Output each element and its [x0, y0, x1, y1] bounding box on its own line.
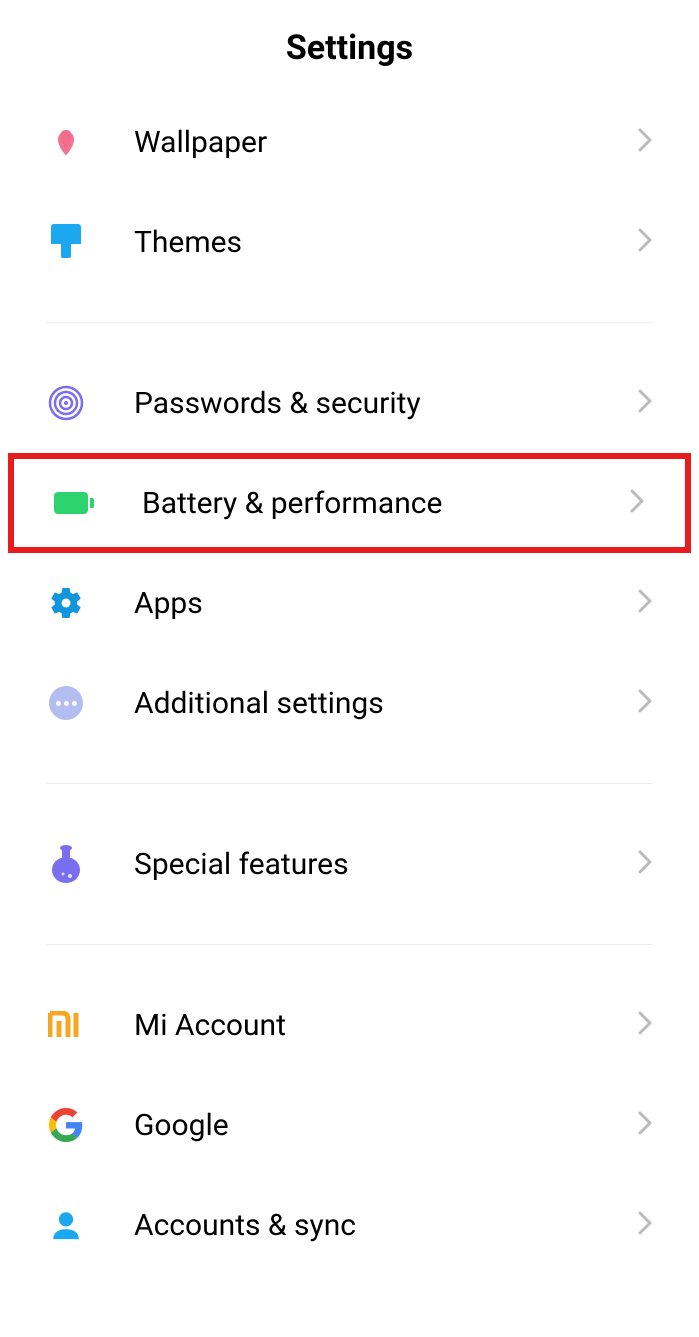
- item-label: Battery & performance: [142, 486, 629, 521]
- chevron-right-icon: [637, 127, 653, 157]
- settings-item-passwords-security[interactable]: Passwords & security: [0, 353, 699, 453]
- account-icon: [46, 1205, 86, 1245]
- chevron-right-icon: [637, 227, 653, 257]
- chevron-right-icon: [637, 1110, 653, 1140]
- item-label: Google: [134, 1108, 637, 1143]
- chevron-right-icon: [637, 588, 653, 618]
- chevron-right-icon: [629, 488, 645, 518]
- settings-item-apps[interactable]: Apps: [0, 553, 699, 653]
- item-label: Passwords & security: [134, 386, 637, 421]
- chevron-right-icon: [637, 1210, 653, 1240]
- gear-icon: [46, 583, 86, 623]
- item-label: Accounts & sync: [134, 1208, 637, 1243]
- item-label: Mi Account: [134, 1008, 637, 1043]
- wallpaper-icon: [46, 122, 86, 162]
- divider: [46, 944, 653, 945]
- item-label: Themes: [134, 225, 637, 260]
- item-label: Wallpaper: [134, 125, 637, 160]
- divider: [46, 783, 653, 784]
- page-header: Settings: [0, 0, 699, 92]
- chevron-right-icon: [637, 388, 653, 418]
- chevron-right-icon: [637, 688, 653, 718]
- settings-list: Wallpaper Themes Passwords & sec: [0, 92, 699, 1275]
- settings-item-special-features[interactable]: Special features: [0, 814, 699, 914]
- battery-icon: [54, 483, 94, 523]
- settings-item-google[interactable]: Google: [0, 1075, 699, 1175]
- settings-item-mi-account[interactable]: Mi Account: [0, 975, 699, 1075]
- item-label: Apps: [134, 586, 637, 621]
- divider: [46, 322, 653, 323]
- flask-icon: [46, 844, 86, 884]
- mi-icon: [46, 1005, 86, 1045]
- item-label: Additional settings: [134, 686, 637, 721]
- settings-item-accounts-sync[interactable]: Accounts & sync: [0, 1175, 699, 1275]
- item-label: Special features: [134, 847, 637, 882]
- settings-item-themes[interactable]: Themes: [0, 192, 699, 292]
- chevron-right-icon: [637, 849, 653, 879]
- fingerprint-icon: [46, 383, 86, 423]
- settings-item-additional-settings[interactable]: Additional settings: [0, 653, 699, 753]
- themes-icon: [46, 222, 86, 262]
- settings-item-wallpaper[interactable]: Wallpaper: [0, 92, 699, 192]
- page-title: Settings: [0, 28, 699, 68]
- google-icon: [46, 1105, 86, 1145]
- dots-icon: [46, 683, 86, 723]
- settings-item-battery-performance[interactable]: Battery & performance: [8, 453, 691, 553]
- chevron-right-icon: [637, 1010, 653, 1040]
